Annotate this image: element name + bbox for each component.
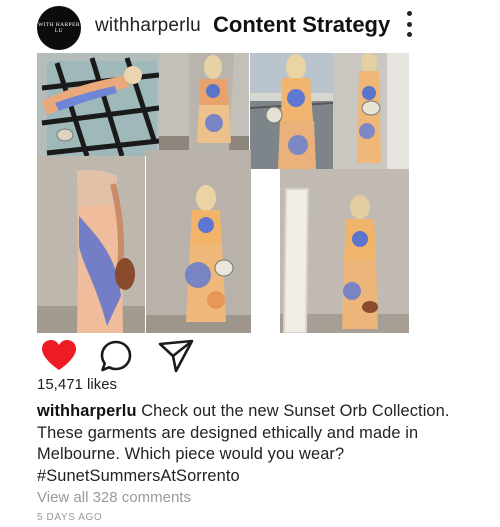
post-header: WITH HARPER LU withharperlu Content Stra…: [0, 0, 500, 52]
likes-count[interactable]: 15,471 likes: [37, 376, 117, 393]
post-timestamp: 5 DAYS AGO: [37, 512, 103, 523]
avatar-text: WITH HARPER LU: [38, 22, 80, 34]
paper-plane-icon[interactable]: [158, 339, 194, 378]
content-strategy-title: Content Strategy: [213, 12, 391, 37]
collage-photo: [250, 53, 333, 169]
post-caption: withharperlu Check out the new Sunset Or…: [37, 401, 482, 487]
comment-bubble-icon[interactable]: [99, 339, 133, 378]
view-all-comments-link[interactable]: View all 328 comments: [37, 489, 191, 506]
post-image-collage[interactable]: [37, 53, 409, 333]
caption-username[interactable]: withharperlu: [37, 402, 137, 420]
collage-photo: [37, 53, 159, 156]
collage-photo: [159, 53, 249, 150]
collage-photo: [37, 156, 145, 333]
more-vertical-icon[interactable]: [403, 11, 415, 37]
heart-icon[interactable]: [40, 339, 78, 377]
collage-photo: [333, 53, 409, 169]
avatar[interactable]: WITH HARPER LU: [37, 6, 81, 50]
post-username[interactable]: withharperlu: [95, 15, 201, 37]
collage-photo: [146, 150, 251, 333]
collage-photo: [280, 169, 409, 333]
post-actions: [37, 338, 237, 373]
